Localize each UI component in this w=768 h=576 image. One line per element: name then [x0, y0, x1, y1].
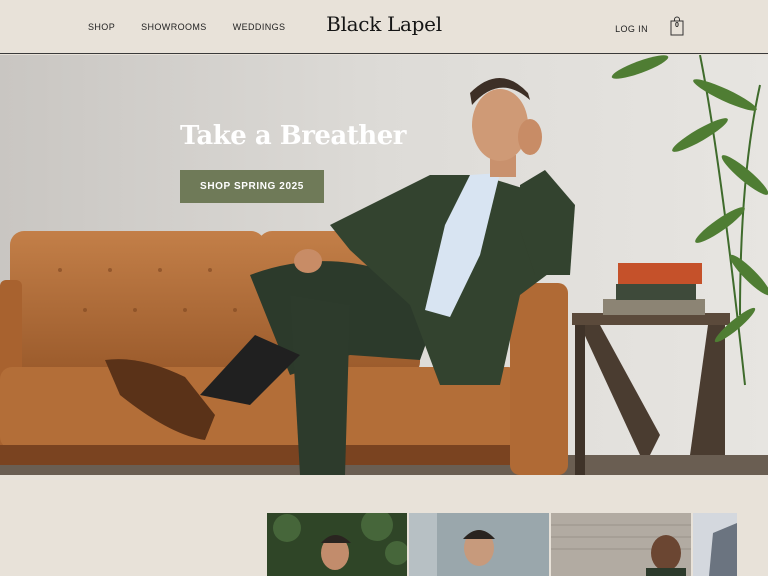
- cart-button[interactable]: 0: [670, 16, 684, 36]
- product-strip: [0, 475, 768, 576]
- hero-banner: Take a Breather SHOP SPRING 2025: [0, 55, 768, 475]
- product-thumbnail[interactable]: [267, 513, 407, 576]
- login-link[interactable]: LOG IN: [615, 18, 648, 34]
- site-header: SHOP SHOWROOMS WEDDINGS Black Lapel LOG …: [0, 0, 768, 54]
- product-thumbnail[interactable]: [693, 513, 737, 576]
- cart-count-badge: 0: [675, 22, 679, 29]
- account-nav: LOG IN 0: [615, 16, 684, 36]
- hero-title: Take a Breather: [180, 121, 406, 151]
- product-thumbnail[interactable]: [409, 513, 549, 576]
- shop-spring-button[interactable]: SHOP SPRING 2025: [180, 170, 324, 203]
- hero-image: [0, 55, 768, 475]
- product-thumbnail[interactable]: [551, 513, 691, 576]
